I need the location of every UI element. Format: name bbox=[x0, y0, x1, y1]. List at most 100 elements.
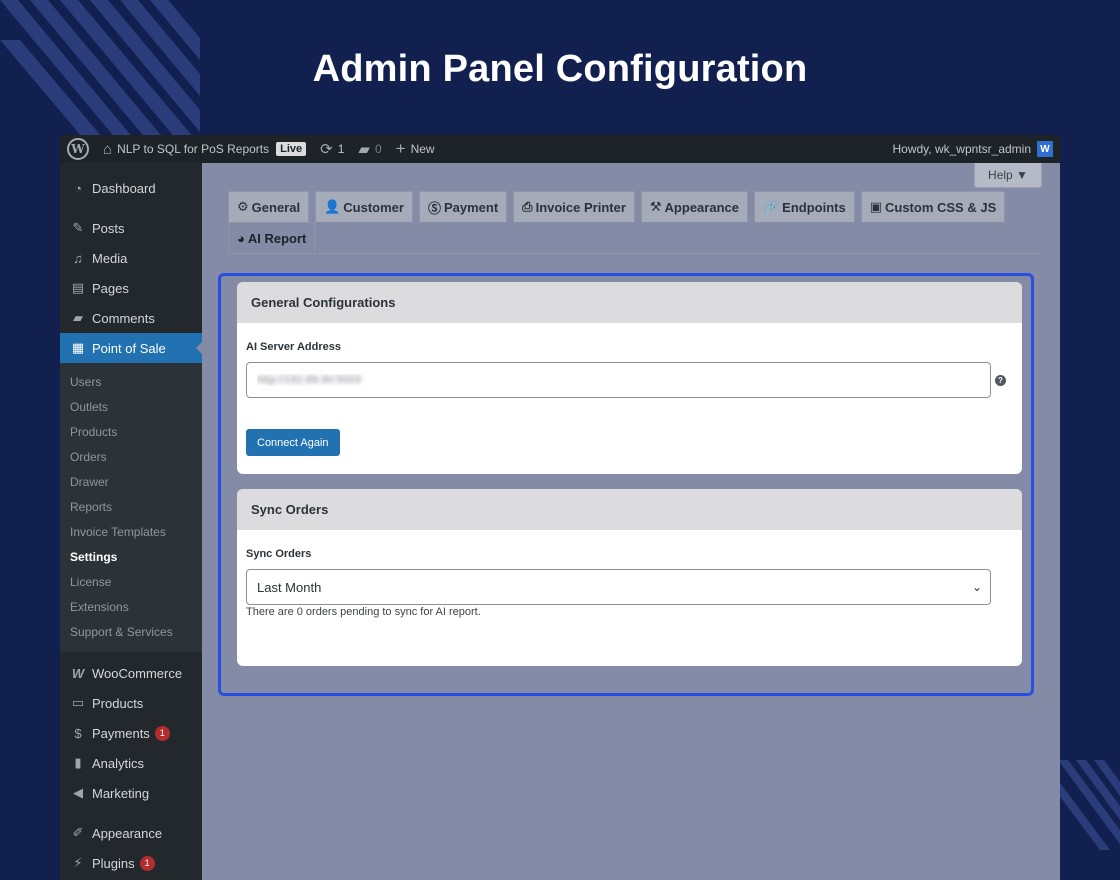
archive-icon: ▭ bbox=[71, 695, 85, 710]
site-name-link[interactable]: ⌂ NLP to SQL for PoS Reports Live bbox=[96, 135, 313, 163]
sidebar-item-marketing[interactable]: ◀ Marketing bbox=[60, 778, 202, 808]
tab-general[interactable]: ⚙ General bbox=[228, 191, 310, 222]
sidebar-item-products[interactable]: ▭ Products bbox=[60, 688, 202, 718]
sidebar-item-comments[interactable]: ▰ Comments bbox=[60, 303, 202, 333]
submenu-item-invoice-templates[interactable]: Invoice Templates bbox=[60, 519, 202, 544]
pin-icon: ✎ bbox=[72, 220, 84, 235]
avatar: W bbox=[1037, 141, 1053, 157]
tab-label: AI Report bbox=[247, 230, 307, 246]
tab-label: Payment bbox=[443, 199, 499, 215]
submenu-item-users[interactable]: Users bbox=[60, 369, 202, 394]
live-badge: Live bbox=[276, 142, 307, 156]
sidebar-item-label: Payments bbox=[92, 725, 150, 741]
tab-ai-report[interactable]: ◕ AI Report bbox=[228, 222, 316, 253]
sidebar-item-analytics[interactable]: ▮ Analytics bbox=[60, 748, 202, 778]
woocommerce-icon: W bbox=[71, 665, 85, 681]
submenu-item-settings[interactable]: Settings bbox=[60, 544, 202, 569]
tab-label: Endpoints bbox=[782, 199, 846, 215]
greeting: Howdy, wk_wpntsr_admin bbox=[892, 142, 1032, 156]
submenu-item-orders[interactable]: Orders bbox=[60, 444, 202, 469]
sidebar-item-label: Dashboard bbox=[92, 180, 156, 196]
server-address-input[interactable] bbox=[246, 362, 991, 398]
tab-custom-css-js[interactable]: ▣ Custom CSS & JS bbox=[860, 191, 1006, 222]
comments-count: 0 bbox=[374, 142, 382, 156]
tab-label: Invoice Printer bbox=[535, 199, 626, 215]
submenu-item-outlets[interactable]: Outlets bbox=[60, 394, 202, 419]
wp-admin-screenshot: W ⌂ NLP to SQL for PoS Reports Live ⟳ 1 … bbox=[60, 135, 1060, 880]
tab-customer[interactable]: 👤 Customer bbox=[315, 191, 413, 222]
sidebar-item-payments[interactable]: $ Payments 1 bbox=[60, 718, 202, 748]
sync-orders-panel: Sync Orders Sync Orders Last Month ⌄ The… bbox=[237, 489, 1022, 666]
admin-bar: W ⌂ NLP to SQL for PoS Reports Live ⟳ 1 … bbox=[60, 135, 1060, 163]
general-config-panel: General Configurations AI Server Address… bbox=[237, 282, 1022, 474]
panel-heading: Sync Orders bbox=[237, 489, 1022, 530]
admin-sidebar: ◔ Dashboard ✎ Posts ♫ Media ▤ Pages ▰ Comment… bbox=[60, 163, 203, 880]
tab-endpoints[interactable]: 🔗 Endpoints bbox=[753, 191, 855, 222]
decorative-stripes bbox=[1058, 760, 1120, 850]
tab-payment[interactable]: Ⓢ Payment bbox=[418, 191, 508, 222]
tab-invoice-printer[interactable]: ⎙ Invoice Printer bbox=[513, 191, 635, 222]
tab-appearance[interactable]: ⚒ Appearance bbox=[640, 191, 748, 222]
sidebar-item-point-of-sale[interactable]: ▦ Point of Sale bbox=[60, 333, 203, 363]
wordpress-icon: W bbox=[67, 138, 89, 160]
tab-label: Custom CSS & JS bbox=[885, 199, 997, 215]
sidebar-item-label: Comments bbox=[92, 310, 155, 326]
panel-heading: General Configurations bbox=[237, 282, 1022, 323]
sidebar-item-label: Analytics bbox=[92, 755, 145, 771]
chevron-down-icon: ⌄ bbox=[971, 580, 982, 594]
connect-again-button[interactable]: Connect Again bbox=[246, 429, 340, 456]
submenu-item-drawer[interactable]: Drawer bbox=[60, 469, 202, 494]
hammer-icon: ⚒ bbox=[649, 199, 662, 214]
home-icon: ⌂ bbox=[103, 140, 113, 158]
help-tip-icon[interactable]: ? bbox=[995, 374, 1006, 386]
updates-count: 1 bbox=[337, 142, 345, 156]
sync-orders-select[interactable]: Last Month ⌄ bbox=[246, 569, 991, 605]
sidebar-item-woocommerce[interactable]: W WooCommerce bbox=[60, 658, 202, 688]
sidebar-item-pages[interactable]: ▤ Pages bbox=[60, 273, 202, 303]
selected-option: Last Month bbox=[257, 579, 322, 595]
tab-label: General bbox=[251, 199, 301, 215]
sidebar-item-dashboard[interactable]: ◔ Dashboard bbox=[60, 173, 202, 203]
wordpress-logo[interactable]: W bbox=[60, 135, 96, 163]
brush-icon: ✐ bbox=[72, 825, 84, 840]
new-label: New bbox=[410, 142, 435, 156]
comment-icon: ▰ bbox=[358, 141, 370, 158]
submenu-item-support[interactable]: Support & Services bbox=[60, 619, 202, 644]
megaphone-icon: ◀ bbox=[73, 785, 83, 800]
code-file-icon: ▣ bbox=[869, 199, 882, 214]
settings-tabs: ⚙ General 👤 Customer Ⓢ Payment ⎙ Invoice Pri… bbox=[228, 191, 1040, 254]
tab-label: Appearance bbox=[664, 199, 739, 215]
server-address-label: AI Server Address bbox=[246, 341, 341, 353]
account-menu[interactable]: Howdy, wk_wpntsr_admin W bbox=[886, 135, 1061, 163]
tab-label: Customer bbox=[343, 199, 404, 215]
sidebar-item-posts[interactable]: ✎ Posts bbox=[60, 213, 202, 243]
sidebar-item-media[interactable]: ♫ Media bbox=[60, 243, 202, 273]
plus-icon: + bbox=[395, 139, 406, 158]
printer-icon: ⎙ bbox=[522, 199, 533, 214]
updates-link[interactable]: ⟳ 1 bbox=[313, 135, 351, 163]
sidebar-item-label: WooCommerce bbox=[92, 665, 183, 681]
calculator-icon: ▦ bbox=[71, 340, 85, 355]
submenu-item-products[interactable]: Products bbox=[60, 419, 202, 444]
sidebar-item-appearance[interactable]: ✐ Appearance bbox=[60, 818, 202, 848]
plugin-icon: ⚡ bbox=[73, 855, 83, 870]
sidebar-item-plugins[interactable]: ⚡ Plugins 1 bbox=[60, 848, 202, 878]
new-content-link[interactable]: + New bbox=[389, 135, 442, 163]
sidebar-item-label: Plugins bbox=[92, 855, 135, 871]
sidebar-item-label: Media bbox=[92, 250, 128, 266]
sidebar-item-label: Marketing bbox=[92, 785, 150, 801]
sidebar-item-label: Products bbox=[92, 695, 144, 711]
submenu-item-reports[interactable]: Reports bbox=[60, 494, 202, 519]
dollar-circle-icon: Ⓢ bbox=[427, 200, 441, 216]
comment-icon: ▰ bbox=[73, 310, 83, 325]
submenu-item-license[interactable]: License bbox=[60, 569, 202, 594]
link-icon: 🔗 bbox=[762, 199, 780, 214]
media-icon: ♫ bbox=[73, 250, 83, 266]
help-button[interactable]: Help ▼ bbox=[974, 163, 1042, 188]
pie-chart-icon: ◕ bbox=[237, 230, 245, 246]
sync-description: There are 0 orders pending to sync for A… bbox=[246, 606, 481, 618]
page-heading: Admin Panel Configuration bbox=[312, 48, 808, 90]
comments-link[interactable]: ▰ 0 bbox=[351, 135, 388, 163]
site-name: NLP to SQL for PoS Reports bbox=[117, 142, 270, 156]
submenu-item-extensions[interactable]: Extensions bbox=[60, 594, 202, 619]
